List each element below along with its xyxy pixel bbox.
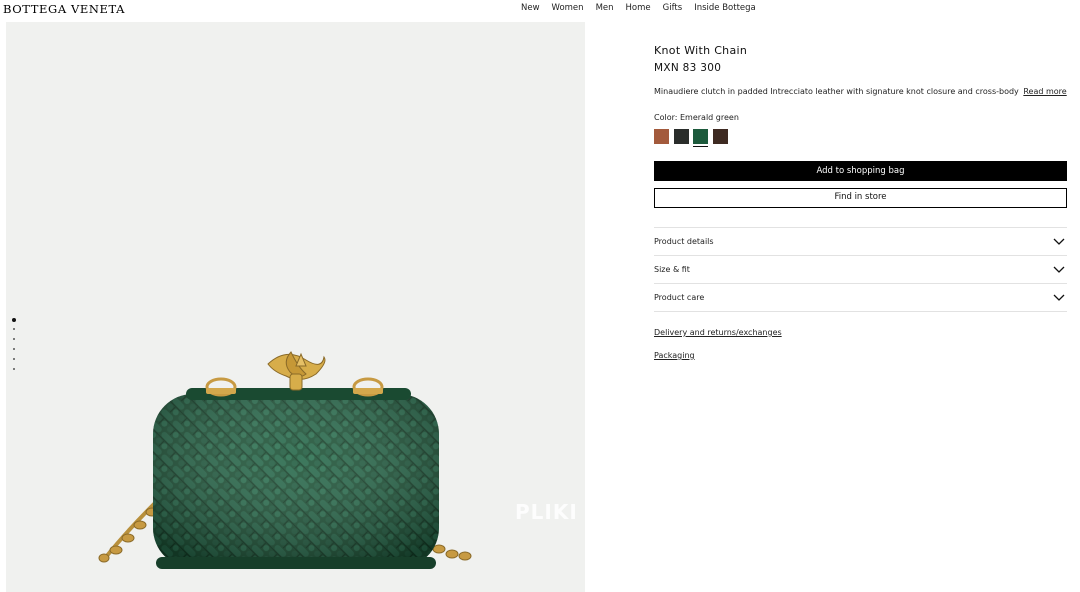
find-in-store-button[interactable]: Find in store (654, 188, 1067, 208)
product-title: Knot With Chain (654, 44, 748, 57)
add-to-bag-button[interactable]: Add to shopping bag (654, 161, 1067, 181)
nav-item-gifts[interactable]: Gifts (663, 3, 683, 13)
color-swatches (654, 129, 1067, 147)
nav-item-women[interactable]: Women (552, 3, 584, 13)
description-text: Minaudiere clutch in padded Intrecciato … (654, 87, 1019, 96)
chevron-down-icon (1053, 238, 1065, 245)
site-header: BOTTEGA VENETA New Women Men Home Gifts … (0, 0, 1080, 18)
delivery-returns-link[interactable]: Delivery and returns/exchanges (654, 328, 782, 337)
product-accordion: Product details Size & fit Product care (654, 227, 1067, 312)
nav-item-inside-bottega[interactable]: Inside Bottega (694, 3, 756, 13)
color-label: Color: Emerald green (654, 113, 739, 122)
product-price: MXN 83 300 (654, 62, 722, 74)
watermark: PLIKI (515, 500, 578, 524)
read-more-link[interactable]: Read more (1023, 87, 1066, 96)
accordion-label: Product details (654, 237, 714, 246)
color-swatch-black[interactable] (673, 129, 689, 144)
nav-item-men[interactable]: Men (596, 3, 614, 13)
color-swatch-brown[interactable] (654, 129, 669, 144)
nav-item-new[interactable]: New (521, 3, 540, 13)
product-image (98, 351, 472, 569)
accordion-product-details[interactable]: Product details (654, 228, 1067, 256)
accordion-product-care[interactable]: Product care (654, 284, 1067, 312)
nav-item-home[interactable]: Home (626, 3, 651, 13)
brand-logo[interactable]: BOTTEGA VENETA (3, 2, 125, 16)
accordion-label: Product care (654, 293, 705, 302)
product-info-panel: Knot With Chain MXN 83 300 Minaudiere cl… (654, 44, 1067, 362)
accordion-size-fit[interactable]: Size & fit (654, 256, 1067, 284)
chevron-down-icon (1053, 294, 1065, 301)
chevron-down-icon (1053, 266, 1065, 273)
main-nav: New Women Men Home Gifts Inside Bottega (521, 3, 768, 13)
product-image-gallery[interactable]: PLIKI (6, 22, 585, 592)
color-swatch-emerald-green[interactable] (693, 129, 708, 147)
color-swatch-dark-brown[interactable] (712, 129, 728, 144)
product-description: Minaudiere clutch in padded Intrecciato … (654, 87, 1067, 96)
accordion-label: Size & fit (654, 265, 690, 274)
packaging-link[interactable]: Packaging (654, 351, 695, 360)
